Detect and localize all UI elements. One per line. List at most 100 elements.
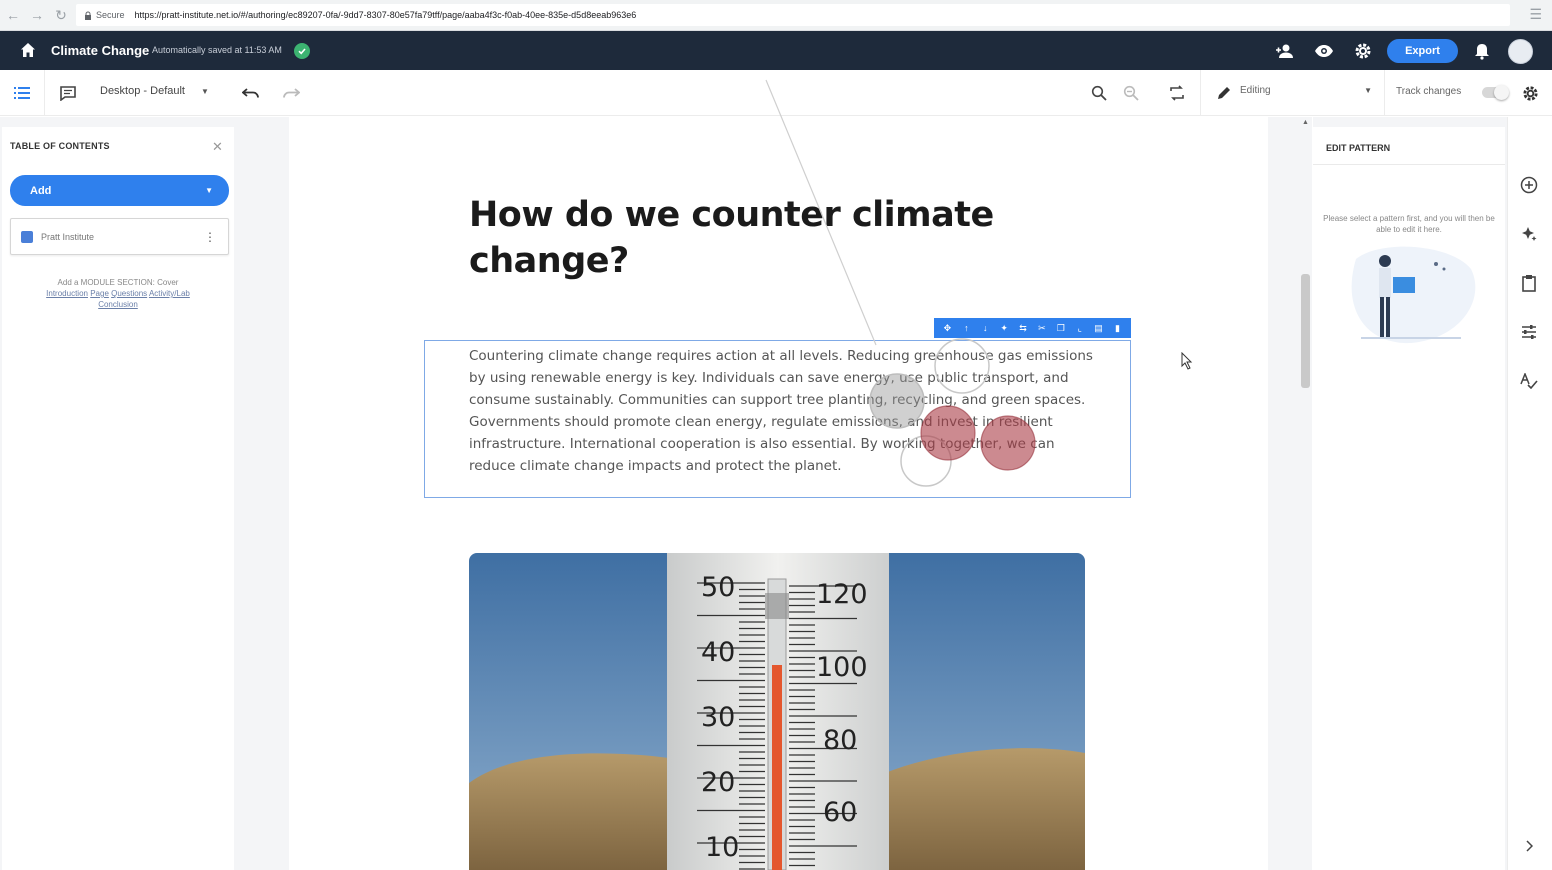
pencil-edit-icon (1214, 83, 1234, 103)
more-options-icon[interactable]: ⋮ (204, 230, 216, 244)
wrap-icon[interactable]: ⌞ (1073, 323, 1087, 334)
forward-icon[interactable]: → (26, 4, 48, 26)
mouse-cursor-icon (1181, 352, 1193, 370)
device-preset-label: Desktop - Default (100, 85, 185, 97)
scale-right-120: 120 (816, 579, 868, 610)
comment-icon[interactable] (58, 83, 78, 103)
url-text: https://pratt-institute.net.io/#/authori… (134, 10, 637, 20)
ai-sparkle-icon[interactable] (1518, 223, 1540, 245)
page-icon (21, 230, 33, 243)
spellcheck-icon[interactable] (1518, 370, 1540, 392)
export-button[interactable]: Export (1387, 39, 1458, 63)
scale-left-30: 30 (701, 702, 735, 733)
secure-label: Secure (96, 10, 125, 20)
move-icon[interactable]: ✥ (940, 323, 954, 334)
secure-indicator: Secure (84, 10, 125, 20)
edit-pattern-card: EDIT PATTERN Please select a pattern fir… (1313, 127, 1505, 870)
add-button[interactable]: Add ▼ (10, 175, 229, 206)
rotate-view-icon[interactable] (1167, 83, 1187, 103)
scale-left-50: 50 (701, 572, 735, 603)
panel-divider (1313, 164, 1505, 165)
toolbar-divider (1200, 70, 1201, 116)
scale-left-20: 20 (701, 767, 735, 798)
add-collaborator-icon[interactable] (1275, 41, 1295, 61)
home-icon[interactable] (19, 41, 37, 59)
page-heading[interactable]: How do we counter climate change? (469, 192, 1029, 284)
save-status: Automatically saved at 11:53 AM (152, 45, 282, 55)
hint-link-introduction[interactable]: Introduction (46, 289, 88, 298)
outline-list-icon[interactable] (12, 83, 32, 103)
scale-left-10: 10 (705, 832, 739, 863)
page-settings-gear-icon[interactable] (1520, 83, 1540, 103)
hint-link-activity-lab[interactable]: Activity/Lab (149, 289, 190, 298)
cut-icon[interactable]: ✂ (1035, 323, 1049, 334)
hint-link-conclusion[interactable]: Conclusion (98, 300, 138, 309)
close-icon[interactable]: ✕ (212, 139, 223, 155)
chevron-down-icon: ▼ (205, 186, 213, 195)
table-of-contents-panel: TABLE OF CONTENTS ✕ Add ▼ Pratt Institut… (0, 117, 236, 870)
preview-eye-icon[interactable] (1314, 41, 1334, 61)
toolbar-divider (44, 70, 45, 116)
document-title[interactable]: Climate Change (51, 43, 149, 58)
block-toolbar: ✥ ↑ ↓ ✦ ⇆ ✂ ❐ ⌞ ▤ ▮ (934, 318, 1131, 338)
edit-pattern-panel: EDIT PATTERN Please select a pattern fir… (1313, 117, 1507, 870)
adjust-sliders-icon[interactable] (1518, 321, 1540, 343)
hint-link-questions[interactable]: Questions (111, 289, 147, 298)
hint-prefix: Add a MODULE SECTION: Cover (57, 278, 179, 287)
saved-check-icon (294, 43, 310, 59)
mode-select[interactable]: Editing ▼ (1240, 85, 1372, 96)
move-down-icon[interactable]: ↓ (978, 323, 992, 333)
settings-gear-icon[interactable] (1353, 41, 1373, 61)
hint-link-page[interactable]: Page (90, 289, 109, 298)
toc-item[interactable]: Pratt Institute ⋮ (10, 218, 229, 255)
copy-icon[interactable]: ❐ (1054, 323, 1068, 334)
track-changes-label: Track changes (1396, 86, 1462, 97)
redo-icon[interactable] (281, 83, 301, 103)
magic-icon[interactable]: ✦ (997, 323, 1011, 334)
undo-icon[interactable] (241, 83, 261, 103)
scale-left-40: 40 (701, 637, 735, 668)
comment-block-icon[interactable]: ▤ (1092, 323, 1106, 334)
edit-pattern-hint: Please select a pattern first, and you w… (1323, 214, 1495, 234)
lock-icon (85, 11, 91, 20)
reload-icon[interactable]: ↻ (50, 4, 72, 26)
browser-bar: ← → ↻ Secure https://pratt-institute.net… (0, 0, 1552, 31)
canvas-scrollbar[interactable]: ▲ (1300, 117, 1312, 870)
delete-icon[interactable]: ▮ (1110, 323, 1124, 334)
zoom-in-icon[interactable] (1089, 83, 1109, 103)
back-icon[interactable]: ← (2, 4, 24, 26)
toc-card: TABLE OF CONTENTS ✕ Add ▼ Pratt Institut… (2, 127, 234, 870)
chevron-down-icon: ▼ (1364, 86, 1372, 95)
toc-item-label: Pratt Institute (41, 231, 95, 242)
notifications-bell-icon[interactable] (1472, 41, 1492, 61)
swap-icon[interactable]: ⇆ (1016, 323, 1030, 334)
app-header: Climate Change Automatically saved at 11… (0, 31, 1552, 70)
add-button-label: Add (30, 184, 52, 197)
device-preset-select[interactable]: Desktop - Default ▼ (100, 85, 209, 97)
chevron-down-icon: ▼ (200, 86, 209, 96)
thermometer-image[interactable]: 50 40 30 20 10 120 100 80 60 (469, 553, 1085, 870)
address-bar[interactable]: Secure https://pratt-institute.net.io/#/… (76, 4, 1510, 26)
toc-title: TABLE OF CONTENTS (10, 141, 110, 151)
scrollbar-thumb[interactable] (1301, 274, 1310, 388)
right-icon-rail (1507, 117, 1552, 870)
scale-right-60: 60 (823, 797, 857, 828)
add-circle-icon[interactable] (1518, 174, 1540, 196)
move-up-icon[interactable]: ↑ (959, 323, 973, 333)
clipboard-icon[interactable] (1518, 272, 1540, 294)
scale-right-80: 80 (823, 725, 857, 756)
body-paragraph[interactable]: Countering climate change requires actio… (469, 345, 1094, 477)
browser-menu-icon[interactable]: ☰ (1529, 6, 1542, 23)
scale-right-100: 100 (816, 652, 868, 683)
zoom-out-icon[interactable] (1121, 83, 1141, 103)
scroll-up-icon[interactable]: ▲ (1302, 119, 1309, 126)
add-section-hint: Add a MODULE SECTION: Cover Introduction… (18, 277, 218, 310)
editor-toolbar: Desktop - Default ▼ Editing ▼ Track chan… (0, 70, 1552, 116)
toolbar-divider (1384, 70, 1385, 116)
expand-panel-chevron-icon[interactable] (1518, 835, 1540, 857)
toggle-knob (1494, 85, 1509, 100)
user-avatar[interactable] (1508, 39, 1533, 64)
empty-state-illustration (1351, 246, 1476, 344)
track-changes-toggle[interactable] (1482, 85, 1509, 100)
edit-pattern-title: EDIT PATTERN (1326, 143, 1391, 153)
